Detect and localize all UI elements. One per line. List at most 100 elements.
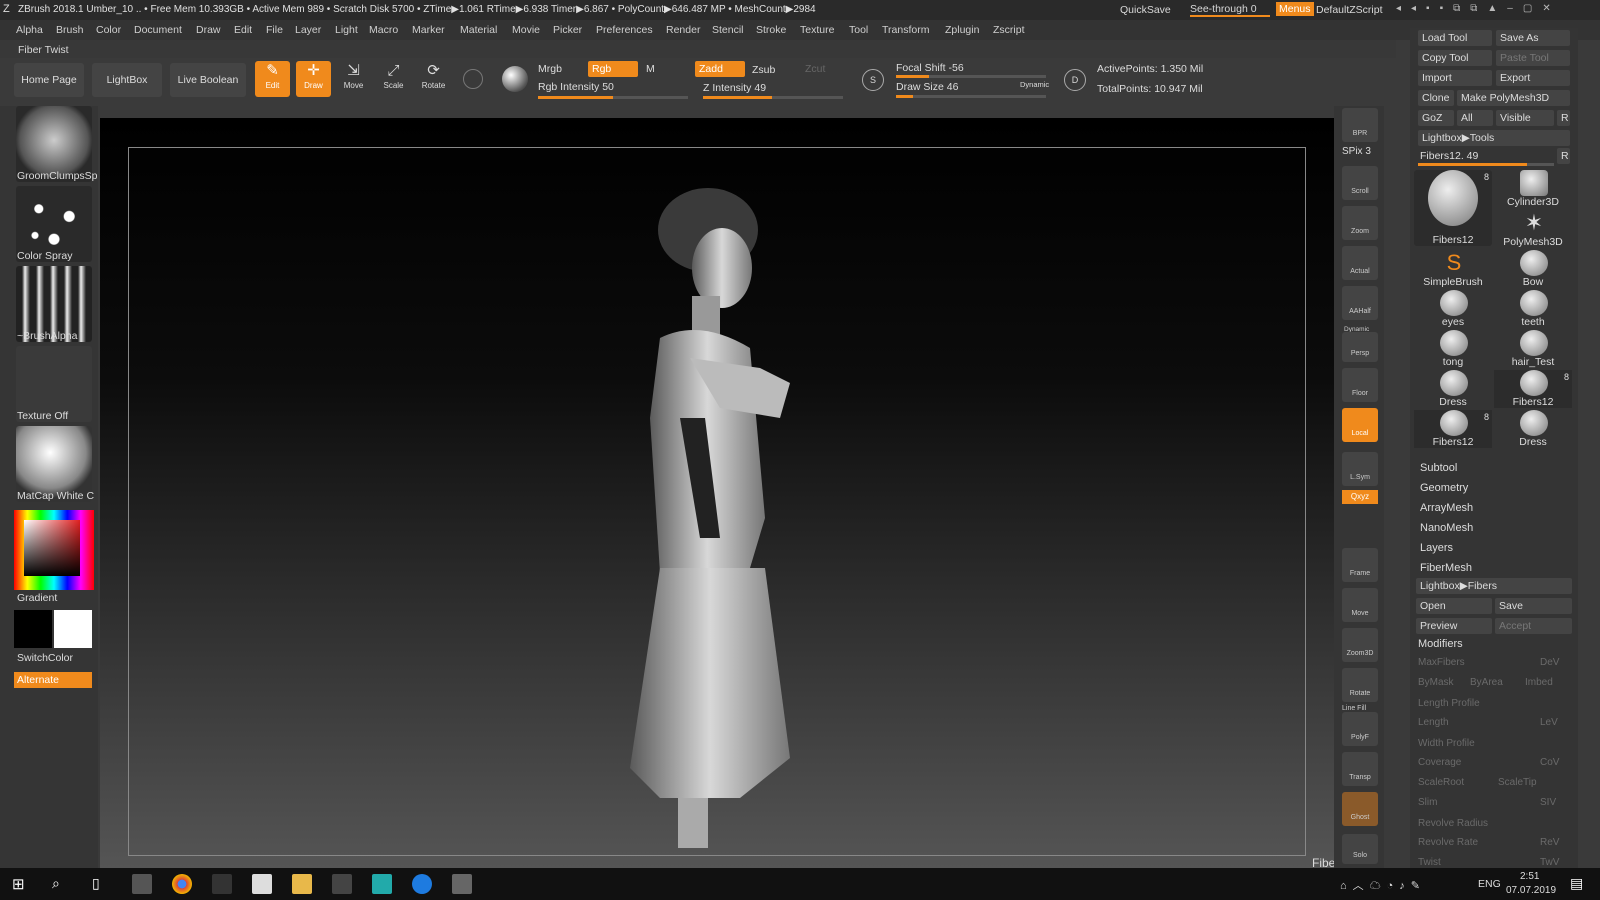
live-boolean-button[interactable]: Live Boolean [170, 63, 246, 97]
paste-tool-button[interactable]: Paste Tool [1496, 50, 1570, 66]
menu-color[interactable]: Color [96, 24, 121, 36]
alternate-button[interactable]: Alternate [14, 672, 92, 688]
actual-button[interactable]: Actual [1342, 246, 1378, 280]
length-slider[interactable]: Length [1418, 717, 1449, 728]
zbrush-taskbar-icon[interactable] [332, 874, 352, 894]
scroll-button[interactable]: Scroll [1342, 166, 1378, 200]
edge-icon[interactable] [412, 874, 432, 894]
dynamic-icon[interactable]: D [1064, 69, 1086, 91]
maxfibers-slider[interactable]: MaxFibers [1418, 657, 1465, 668]
tool-item[interactable]: Fibers12 8 [1414, 410, 1492, 448]
save-as-button[interactable]: Save As [1496, 30, 1570, 46]
export-button[interactable]: Export [1496, 70, 1570, 86]
windows-start-icon[interactable]: ⊞ [12, 875, 25, 893]
slv-slider[interactable]: SIV [1540, 797, 1556, 808]
visible-button[interactable]: Visible [1496, 110, 1554, 126]
make-polymesh-button[interactable]: Make PolyMesh3D [1457, 90, 1570, 106]
geometry-section[interactable]: Geometry [1420, 482, 1468, 494]
local-button[interactable]: Local [1342, 408, 1378, 442]
draw-button[interactable]: ✛ Draw [296, 61, 331, 97]
clock-time[interactable]: 2:51 [1520, 871, 1539, 882]
twist-slider[interactable]: Twist [1418, 857, 1441, 868]
import-button[interactable]: Import [1418, 70, 1492, 86]
fibermesh-section[interactable]: FiberMesh [1420, 562, 1472, 574]
fibers-accept-button[interactable]: Accept [1495, 618, 1572, 634]
r-button-2[interactable]: R [1557, 148, 1570, 164]
primary-color-swatch[interactable] [54, 610, 92, 648]
dev-slider[interactable]: DeV [1540, 657, 1559, 668]
tool-item[interactable]: S SimpleBrush [1414, 250, 1492, 288]
slim-slider[interactable]: Slim [1418, 797, 1437, 808]
material-ball-icon[interactable] [502, 66, 528, 92]
move-view-button[interactable]: Move [1342, 588, 1378, 622]
coverage-slider[interactable]: Coverage [1418, 757, 1461, 768]
rgb-button[interactable]: Rgb [588, 61, 638, 77]
current-tool-slider[interactable] [1418, 163, 1554, 166]
tool-item[interactable]: ✶ PolyMesh3D [1494, 210, 1572, 248]
rgb-intensity-label[interactable]: Rgb Intensity 50 [538, 81, 614, 93]
tool-item[interactable]: Fibers12 8 [1494, 370, 1572, 408]
store-icon[interactable] [132, 874, 152, 894]
menu-render[interactable]: Render [666, 24, 700, 36]
tool-item[interactable]: tong [1414, 330, 1492, 368]
draw-size-slider[interactable] [896, 95, 1046, 98]
tool-item[interactable]: Bow [1494, 250, 1572, 288]
menus-button[interactable]: Menus [1276, 2, 1314, 16]
focal-shift-slider[interactable] [896, 75, 1046, 78]
ghost-button[interactable]: Ghost [1342, 792, 1378, 826]
menu-macro[interactable]: Macro [369, 24, 398, 36]
length-profile-button[interactable]: Length Profile [1418, 698, 1480, 709]
menu-stencil[interactable]: Stencil [712, 24, 744, 36]
tool-item[interactable]: Fibers12 8 [1414, 170, 1492, 246]
qxyz-button[interactable]: Qxyz [1342, 490, 1378, 504]
focal-shift-label[interactable]: Focal Shift -56 [896, 62, 964, 74]
m-button[interactable]: M [646, 63, 655, 75]
all-button[interactable]: All [1457, 110, 1493, 126]
modifiers-section[interactable]: Modifiers [1418, 638, 1463, 650]
language-indicator[interactable]: ENG [1478, 878, 1501, 890]
mrgb-button[interactable]: Mrgb [538, 63, 562, 75]
default-zscript-button[interactable]: DefaultZScript [1316, 4, 1383, 16]
rgb-intensity-slider[interactable] [538, 96, 688, 99]
switchcolor-button[interactable]: SwitchColor [17, 652, 97, 664]
tool-item[interactable]: teeth [1494, 290, 1572, 328]
r-button[interactable]: R [1557, 110, 1570, 126]
current-tool-label[interactable]: Fibers12. 49 [1420, 150, 1478, 162]
menu-light[interactable]: Light [335, 24, 358, 36]
polyf-button[interactable]: PolyF [1342, 712, 1378, 746]
menu-document[interactable]: Document [134, 24, 182, 36]
quicksave-button[interactable]: QuickSave [1120, 4, 1171, 16]
menu-stroke[interactable]: Stroke [756, 24, 786, 36]
explorer-icon[interactable] [292, 874, 312, 894]
menu-texture[interactable]: Texture [800, 24, 834, 36]
transp-button[interactable]: Transp [1342, 752, 1378, 786]
system-tray-icons[interactable]: ⌂︿☁◔♪✎ [1340, 877, 1426, 893]
menu-zplugin[interactable]: Zplugin [945, 24, 979, 36]
sphere-icon[interactable] [463, 69, 483, 89]
bymask-slider[interactable]: ByMask [1418, 677, 1454, 688]
home-page-button[interactable]: Home Page [14, 63, 84, 97]
menu-picker[interactable]: Picker [553, 24, 582, 36]
move-button[interactable]: ⇲ Move [336, 61, 371, 97]
rev-slider[interactable]: ReV [1540, 837, 1559, 848]
search-icon[interactable]: ⌕ [52, 875, 60, 892]
mail-icon[interactable] [252, 874, 272, 894]
app-icon-2[interactable] [452, 874, 472, 894]
bpr-button[interactable]: BPR [1342, 108, 1378, 142]
width-profile-button[interactable]: Width Profile [1418, 738, 1475, 749]
fibers-open-button[interactable]: Open [1416, 598, 1492, 614]
zoom3d-button[interactable]: Zoom3D [1342, 628, 1378, 662]
twv-slider[interactable]: TwV [1540, 857, 1559, 868]
lightbox-button[interactable]: LightBox [92, 63, 162, 97]
revolve-radius-button[interactable]: Revolve Radius [1418, 818, 1488, 829]
zcut-button[interactable]: Zcut [805, 63, 825, 75]
z-intensity-slider[interactable] [703, 96, 843, 99]
copy-tool-button[interactable]: Copy Tool [1418, 50, 1492, 66]
menu-alpha[interactable]: Alpha [16, 24, 43, 36]
cov-slider[interactable]: CoV [1540, 757, 1559, 768]
menu-zscript[interactable]: Zscript [993, 24, 1025, 36]
frame-button[interactable]: Frame [1342, 548, 1378, 582]
persp-button[interactable]: Persp [1342, 332, 1378, 362]
scale-button[interactable]: ⤢ Scale [376, 61, 411, 97]
chrome-icon[interactable] [172, 874, 192, 894]
